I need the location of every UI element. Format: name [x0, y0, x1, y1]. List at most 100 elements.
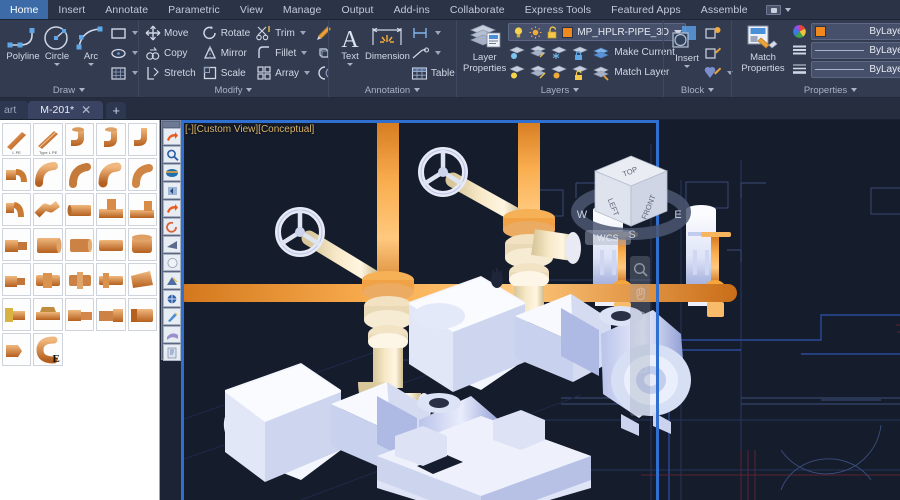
drawing-viewport[interactable]: [-][Custom View][Conceptual] N W E S TOP… — [181, 120, 900, 500]
panel-title-annotation[interactable]: Annotation — [331, 83, 454, 97]
edit-polyline-icon[interactable] — [163, 308, 181, 325]
ribbon-tab-express-tools[interactable]: Express Tools — [515, 0, 601, 19]
chevron-down-icon[interactable] — [434, 51, 441, 55]
modify-rotate-button[interactable]: Rotate — [202, 23, 250, 43]
ribbon-tab-featured-apps[interactable]: Featured Apps — [601, 0, 691, 19]
viewport-controls-label[interactable]: [-][Custom View][Conceptual] — [185, 124, 314, 135]
zoom-previous-icon[interactable] — [163, 182, 181, 199]
palette-item[interactable] — [2, 193, 32, 226]
draw-hatch-button[interactable] — [110, 63, 138, 83]
palette-item[interactable] — [2, 158, 32, 191]
layer-lock-icon[interactable] — [571, 44, 589, 60]
palette-item[interactable] — [96, 158, 126, 191]
modify-stretch-button[interactable]: Stretch — [145, 63, 196, 83]
palette-item[interactable] — [127, 193, 157, 226]
close-icon[interactable]: ✕ — [81, 104, 91, 116]
draw-rectangle-button[interactable] — [110, 23, 138, 43]
modify-copy-button[interactable]: Copy — [145, 43, 196, 63]
palette-item[interactable] — [64, 298, 95, 331]
palette-item[interactable] — [127, 298, 157, 331]
palette-item[interactable] — [33, 228, 63, 261]
create-block-button[interactable] — [704, 23, 733, 43]
ucs-dropdown[interactable]: WCS — [585, 230, 631, 245]
palette-item[interactable] — [96, 123, 126, 156]
palette-item[interactable] — [33, 158, 63, 191]
edit-block-button[interactable] — [704, 43, 733, 63]
palette-item[interactable] — [127, 158, 157, 191]
redo-icon[interactable] — [163, 128, 181, 145]
annotation-text-button[interactable]: A Text — [335, 23, 365, 66]
palette-item[interactable] — [33, 263, 63, 296]
panel-title-properties[interactable]: Properties ↘ — [734, 83, 900, 97]
section-icon[interactable] — [163, 344, 181, 361]
palette-item[interactable] — [96, 193, 126, 226]
visual-style-icon[interactable] — [163, 272, 181, 289]
workspace-switcher[interactable] — [758, 0, 799, 19]
panel-title-modify[interactable]: Modify — [141, 83, 326, 97]
panel-title-block[interactable]: Block — [666, 83, 729, 97]
chevron-down-icon[interactable] — [299, 31, 306, 35]
layer-off-icon[interactable] — [508, 44, 526, 60]
match-layer-label[interactable]: Match Layer — [614, 67, 669, 78]
annotation-dimension-button[interactable]: Dimension — [365, 23, 410, 62]
render-icon[interactable] — [163, 290, 181, 307]
chevron-down-icon[interactable] — [347, 63, 353, 66]
modify-array-button[interactable]: Array — [256, 63, 311, 83]
chevron-down-icon[interactable] — [684, 65, 690, 68]
palette-item[interactable] — [127, 263, 157, 296]
pan-realtime-icon[interactable] — [163, 164, 181, 181]
pan-hand-icon[interactable] — [633, 286, 648, 301]
ribbon-tab-assemble[interactable]: Assemble — [691, 0, 758, 19]
ribbon-tab-output[interactable]: Output — [331, 0, 383, 19]
zoom-window-icon[interactable] — [163, 146, 181, 163]
edit-attribute-button[interactable] — [704, 63, 733, 83]
palette-item[interactable] — [64, 193, 95, 226]
color-dropdown[interactable]: ByLayer — [811, 23, 900, 40]
palette-item[interactable] — [64, 158, 95, 191]
document-tab-start[interactable]: art — [0, 101, 29, 119]
layer-match-icon[interactable] — [592, 64, 610, 81]
palette-item[interactable] — [33, 298, 63, 331]
document-tab-m201[interactable]: M-201* ✕ — [28, 101, 104, 119]
surface-icon[interactable] — [163, 326, 181, 343]
palette-item[interactable] — [2, 333, 32, 366]
ribbon-tab-manage[interactable]: Manage — [273, 0, 332, 19]
modify-scale-button[interactable]: Scale — [202, 63, 250, 83]
palette-item[interactable] — [2, 228, 32, 261]
new-tab-button[interactable]: + — [106, 102, 127, 119]
chevron-down-icon[interactable] — [54, 63, 60, 66]
match-properties-button[interactable]: Match Properties — [738, 22, 788, 74]
layer-unlock-icon[interactable] — [571, 64, 589, 80]
annotation-table-button[interactable]: Table — [411, 63, 455, 83]
lineweight-dropdown[interactable]: ByLayer — [811, 61, 900, 78]
chevron-down-icon[interactable] — [304, 71, 311, 75]
insert-block-button[interactable]: Insert — [670, 23, 704, 68]
layer-isolate-icon[interactable] — [529, 44, 547, 60]
annotation-dimstyle-button[interactable] — [411, 23, 455, 43]
chevron-down-icon[interactable] — [301, 51, 308, 55]
palette-item[interactable] — [96, 298, 126, 331]
palette-item[interactable] — [64, 123, 95, 156]
current-layer-dropdown[interactable]: MP_HPLR-PIPE_3D — [508, 23, 687, 41]
layer-properties-button[interactable]: Layer Properties — [463, 22, 506, 74]
color-wheel-icon[interactable] — [792, 24, 807, 39]
palette-item[interactable] — [64, 228, 95, 261]
palette-item[interactable] — [2, 263, 32, 296]
layer-make-current-icon[interactable] — [592, 44, 610, 60]
ribbon-tab-addins[interactable]: Add-ins — [384, 0, 440, 19]
layer-freeze-icon[interactable] — [550, 44, 568, 60]
handwheel-left[interactable] — [275, 207, 325, 257]
model-scene[interactable] — [181, 120, 900, 500]
draw-arc-button[interactable]: Arc — [74, 23, 108, 66]
layer-unisolate-icon[interactable] — [529, 64, 547, 80]
zoom-icon[interactable] — [633, 262, 648, 277]
palette-item[interactable]: L PE — [2, 123, 32, 156]
modify-mirror-button[interactable]: Mirror — [202, 43, 250, 63]
draw-circle-button[interactable]: Circle — [40, 23, 74, 66]
zoom-extents-icon[interactable] — [163, 200, 181, 217]
modify-toolbar[interactable] — [161, 120, 181, 361]
draw-ellipse-button[interactable] — [110, 43, 138, 63]
modify-trim-button[interactable]: Trim — [256, 23, 310, 43]
ribbon-tab-home[interactable]: Home — [0, 0, 49, 19]
viewcube-body[interactable]: TOP LEFT FRONT — [593, 155, 669, 227]
